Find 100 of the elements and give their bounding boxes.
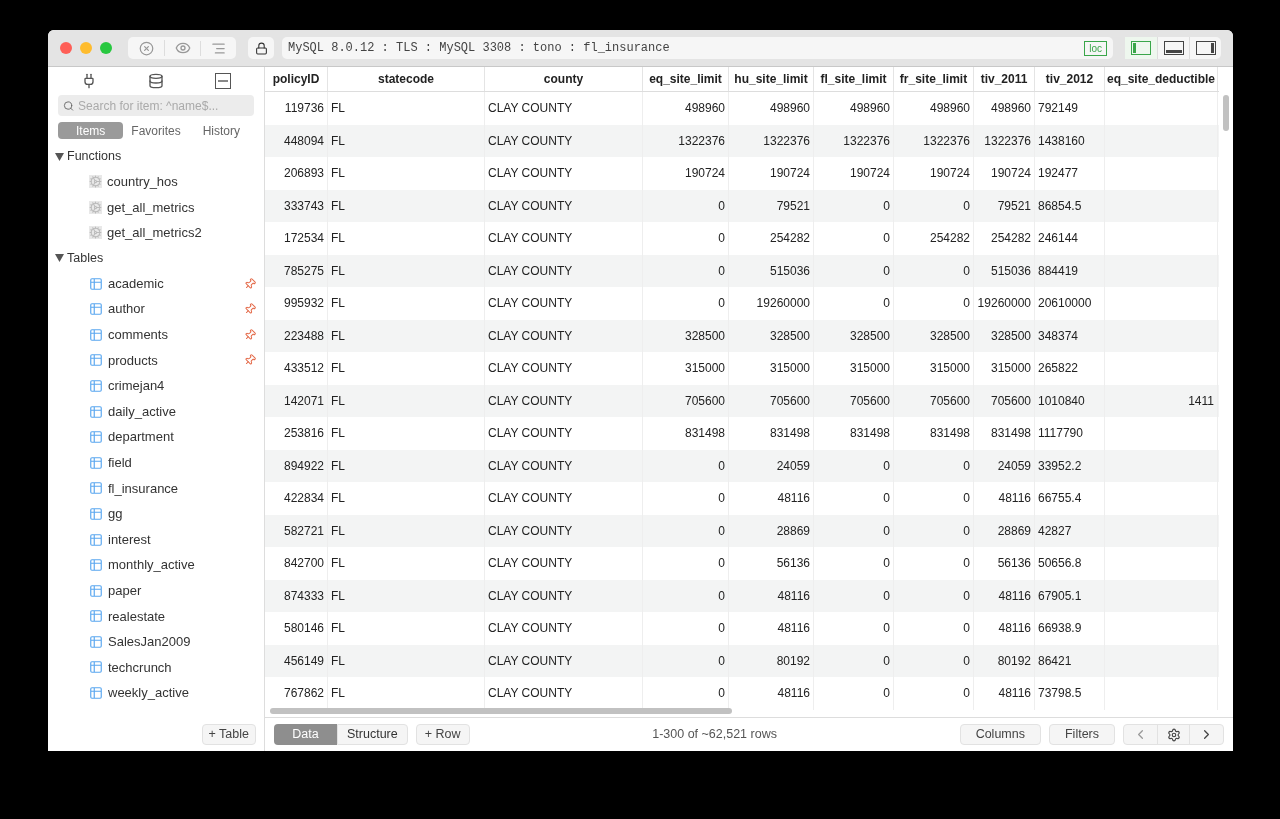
column-header[interactable]: tiv_2012: [1035, 67, 1105, 91]
table-row[interactable]: 223488 FL CLAY COUNTY 328500 328500 328500 328500 328500 348374: [265, 319, 1219, 352]
search-field[interactable]: Search for item: ^name$...: [58, 95, 254, 116]
table-row[interactable]: 874333 FL CLAY COUNTY 0 48116 0 0 48116 67905.1: [265, 579, 1219, 612]
tree-item[interactable]: get_all_metrics: [48, 194, 264, 221]
table-cell-text: FL: [331, 392, 345, 410]
tree-item[interactable]: realestate: [48, 603, 264, 630]
table-cell-text: 0: [963, 652, 970, 670]
item-label: daily_active: [108, 402, 177, 421]
table-cell-text: 0: [883, 620, 890, 638]
tree-item[interactable]: paper: [48, 577, 264, 604]
zoom-window-button[interactable]: [100, 42, 112, 54]
item-label: monthly_active: [108, 556, 196, 575]
table-cell-text: 0: [963, 197, 970, 215]
table-cell-text: 328500: [849, 327, 890, 345]
sidebar-tab[interactable]: History: [188, 121, 254, 139]
tree-item[interactable]: comments: [48, 321, 264, 348]
tree-item[interactable]: crimejan4: [48, 373, 264, 399]
column-header[interactable]: statecode: [328, 67, 485, 91]
add-table-button[interactable]: + Table: [201, 724, 256, 745]
table-cell-text: 24059: [776, 457, 810, 475]
table-cell-text: 348374: [1038, 327, 1079, 345]
column-header[interactable]: policyID: [265, 67, 328, 91]
table-cell-text: 0: [963, 620, 970, 638]
table-cell-text: FL: [331, 685, 345, 703]
table-cell-text: FL: [331, 360, 345, 378]
table-row[interactable]: 582721 FL CLAY COUNTY 0 28869 0 0 28869 42827: [265, 514, 1219, 547]
table-cell-text: 80192: [776, 652, 810, 670]
table-cell-text: FL: [331, 457, 345, 475]
tree-item[interactable]: get_all_metrics2: [48, 220, 264, 246]
tree-item[interactable]: academic: [48, 270, 264, 297]
table-cell-text: 19260000: [756, 295, 810, 313]
tree-item[interactable]: daily_active: [48, 398, 264, 425]
add-row-button[interactable]: + Row: [415, 724, 470, 745]
tree-item[interactable]: department: [48, 424, 264, 450]
table-row[interactable]: 448094 FL CLAY COUNTY 1322376 1322376 1322376 1322376 1322376 1438160: [265, 124, 1219, 157]
tree-item[interactable]: gg: [48, 501, 264, 527]
table-cell-text: 1322376: [923, 132, 970, 150]
tree-item[interactable]: author: [48, 296, 264, 322]
footer-button[interactable]: Filters: [1048, 724, 1115, 745]
table-cell-text: CLAY COUNTY: [488, 197, 573, 215]
table-cell-text: 33952.2: [1038, 457, 1082, 475]
table-cell-text: 254282: [769, 230, 810, 248]
table-cell-text: 705600: [929, 392, 970, 410]
column-header[interactable]: fl_site_limit: [814, 67, 894, 91]
table-cell-text: 498960: [769, 100, 810, 118]
table-icon: [89, 276, 103, 291]
table-cell-text: CLAY COUNTY: [488, 587, 573, 605]
column-header[interactable]: eq_site_limit: [643, 67, 729, 91]
item-label: comments: [108, 326, 169, 344]
table-cell-text: 80192: [997, 652, 1031, 670]
tree-group[interactable]: Tables: [48, 245, 264, 271]
column-header[interactable]: fr_site_limit: [894, 67, 974, 91]
table-row[interactable]: 785275 FL CLAY COUNTY 0 515036 0 0 515036 884419: [265, 254, 1219, 287]
tree-item[interactable]: fl_insurance: [48, 475, 264, 502]
table-cell-text: 253816: [283, 425, 324, 443]
settings-button[interactable]: [1157, 725, 1190, 744]
tree-item[interactable]: SalesJan2009: [48, 629, 264, 655]
horizontal-scrollbar[interactable]: [270, 708, 732, 714]
tree-item[interactable]: monthly_active: [48, 552, 264, 578]
lock-button[interactable]: [248, 37, 274, 59]
disclosure-icon: [55, 254, 64, 263]
close-window-button[interactable]: [60, 42, 72, 54]
footer-button[interactable]: Columns: [959, 724, 1041, 745]
table-cell-text: 56136: [997, 555, 1031, 573]
table-cell-text: 79521: [776, 197, 810, 215]
database-icon[interactable]: [148, 73, 164, 89]
table-icon: [89, 378, 103, 393]
table-cell-text: 315000: [929, 360, 970, 378]
table-cell-text: 0: [718, 620, 725, 638]
table-cell-text: CLAY COUNTY: [488, 100, 573, 118]
table-icon: [89, 532, 103, 547]
column-header[interactable]: eq_site_deductible: [1105, 67, 1218, 91]
tree-item[interactable]: interest: [48, 526, 264, 553]
table-row[interactable]: 333743 FL CLAY COUNTY 0 79521 0 0 79521 86854.5: [265, 189, 1219, 222]
tree-item[interactable]: weekly_active: [48, 680, 264, 706]
table-cell-text: 0: [963, 685, 970, 703]
table-cell-text: 433512: [283, 360, 324, 378]
view-tab[interactable]: Structure: [337, 724, 408, 745]
tree-group[interactable]: Functions: [48, 144, 264, 169]
column-header[interactable]: hu_site_limit: [729, 67, 814, 91]
table-row[interactable]: 142071 FL CLAY COUNTY 705600 705600 705600 705600 705600 1010840 1411: [265, 384, 1219, 417]
item-label: fl_insurance: [108, 479, 180, 498]
table-cell-text: 0: [963, 457, 970, 475]
function-icon: [89, 226, 102, 240]
table-icon: [89, 558, 103, 573]
tree-item[interactable]: field: [48, 449, 264, 476]
table-row[interactable]: 456149 FL CLAY COUNTY 0 80192 0 0 80192 86421: [265, 644, 1219, 677]
table-cell-text: 19260000: [977, 295, 1031, 313]
tree-item[interactable]: techcrunch: [48, 654, 264, 681]
tree-item[interactable]: country_hos: [48, 169, 264, 195]
layout-toggle[interactable]: [1125, 37, 1157, 59]
column-header[interactable]: county: [485, 67, 643, 91]
table-row[interactable]: 894922 FL CLAY COUNTY 0 24059 0 0 24059 33952.2: [265, 449, 1219, 482]
tree-item[interactable]: products: [48, 347, 264, 374]
sidebar-tab[interactable]: Favorites: [123, 121, 189, 139]
column-header[interactable]: tiv_2011: [974, 67, 1035, 91]
table-cell-text: 0: [883, 587, 890, 605]
table-cell-text: 223488: [283, 327, 324, 345]
item-label: realestate: [108, 607, 167, 626]
